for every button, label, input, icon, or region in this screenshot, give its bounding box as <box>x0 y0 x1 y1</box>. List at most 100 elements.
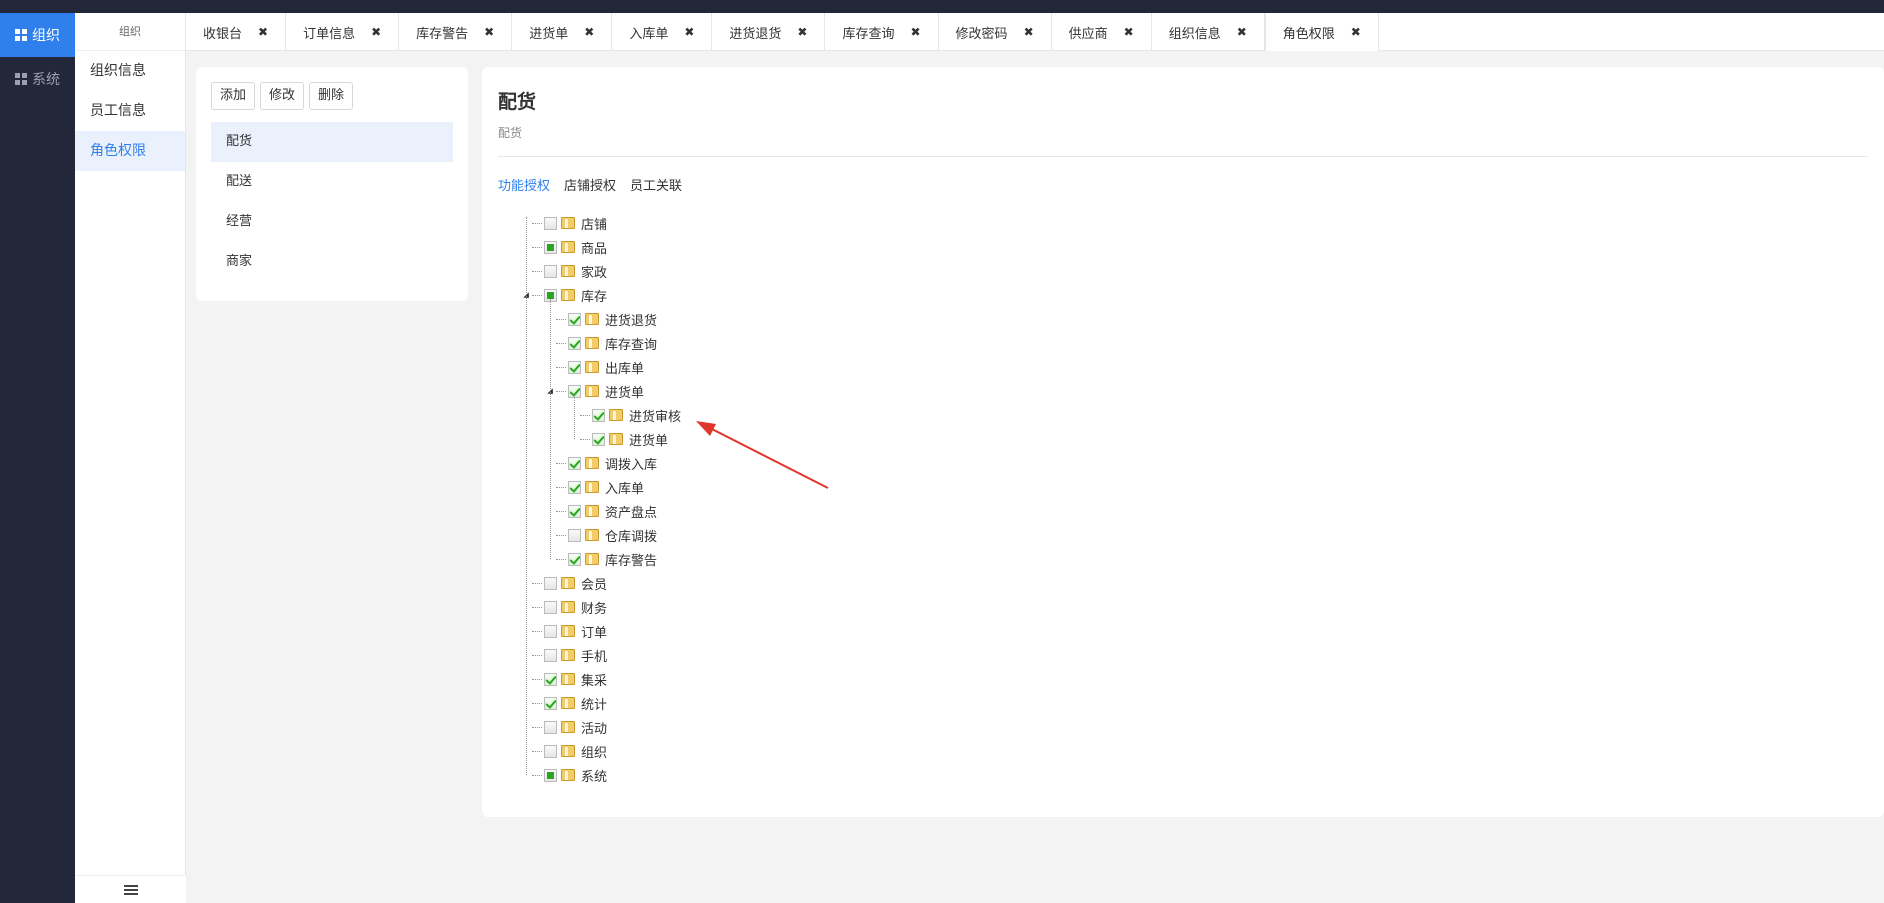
close-icon[interactable]: ✖ <box>797 25 807 39</box>
tab-5[interactable]: 进货退货 ✖ <box>712 13 826 51</box>
checkbox[interactable] <box>544 576 557 590</box>
close-icon[interactable]: ✖ <box>1024 25 1034 39</box>
close-icon[interactable]: ✖ <box>1124 25 1134 39</box>
tree-node-label[interactable]: 集采 <box>581 670 607 689</box>
tree-connector <box>546 357 556 377</box>
checkbox[interactable] <box>544 600 557 614</box>
checkbox[interactable] <box>544 672 557 686</box>
checkbox[interactable] <box>592 432 605 446</box>
checkbox[interactable] <box>544 648 557 662</box>
tree-node-label[interactable]: 活动 <box>581 718 607 737</box>
sub-nav-item-role-permission[interactable]: 角色权限 <box>75 131 185 171</box>
tab-label: 库存查询 <box>842 26 895 42</box>
tree-node-label[interactable]: 进货审核 <box>629 406 681 425</box>
tree-connector <box>532 630 542 632</box>
checkbox[interactable] <box>544 744 557 758</box>
checkbox[interactable] <box>568 456 581 470</box>
tree-connector <box>556 558 566 560</box>
tree-node-label[interactable]: 调拨入库 <box>605 454 657 473</box>
checkbox[interactable] <box>568 360 581 374</box>
role-item[interactable]: 商家 <box>211 242 453 282</box>
checkbox[interactable] <box>592 408 605 422</box>
tree-node-label[interactable]: 进货单 <box>605 382 644 401</box>
tree-node: 商品 <box>522 237 607 257</box>
checkbox[interactable] <box>568 504 581 518</box>
tree-node-label[interactable]: 商品 <box>581 238 607 257</box>
sub-nav-item-org-info[interactable]: 组织信息 <box>75 51 185 91</box>
checkbox[interactable] <box>544 768 557 782</box>
tab-7[interactable]: 修改密码 ✖ <box>939 13 1052 51</box>
delete-role-button[interactable]: 删除 <box>309 82 354 110</box>
tree-node-label[interactable]: 仓库调拨 <box>605 526 657 545</box>
add-role-button[interactable]: 添加 <box>211 82 256 110</box>
tree-node-label[interactable]: 财务 <box>581 598 607 617</box>
tree-node-label[interactable]: 会员 <box>581 574 607 593</box>
tree-connector <box>532 678 542 680</box>
tree-node-label[interactable]: 进货单 <box>629 430 668 449</box>
checkbox[interactable] <box>544 216 557 230</box>
tree-node-label[interactable]: 入库单 <box>605 478 644 497</box>
expanded-arrow-icon[interactable] <box>522 285 532 305</box>
tree-node-label[interactable]: 订单 <box>581 622 607 641</box>
close-icon[interactable]: ✖ <box>584 25 594 39</box>
tree-node-label[interactable]: 家政 <box>581 262 607 281</box>
tab-store-authorization[interactable]: 店铺授权 <box>564 175 616 194</box>
tree-node-label[interactable]: 库存 <box>581 286 607 305</box>
tree-node-label[interactable]: 手机 <box>581 646 607 665</box>
checkbox[interactable] <box>568 552 581 566</box>
tree-node-label[interactable]: 库存查询 <box>605 334 657 353</box>
tab-9[interactable]: 组织信息 ✖ <box>1152 13 1265 51</box>
tree-node-label[interactable]: 进货退货 <box>605 310 657 329</box>
close-icon[interactable]: ✖ <box>371 25 381 39</box>
tree-node-label[interactable]: 库存警告 <box>605 550 657 569</box>
nav-item-system[interactable]: 系统 <box>0 57 75 101</box>
tree-node-label[interactable]: 组织 <box>581 742 607 761</box>
role-item[interactable]: 经营 <box>211 202 453 242</box>
tree-node-label[interactable]: 系统 <box>581 766 607 785</box>
tree-connector <box>522 237 532 257</box>
checkbox[interactable] <box>544 696 557 710</box>
tab-2[interactable]: 库存警告 ✖ <box>399 13 513 51</box>
tab-function-authorization[interactable]: 功能授权 <box>498 175 550 194</box>
expanded-arrow-icon[interactable] <box>546 381 556 401</box>
close-icon[interactable]: ✖ <box>684 25 694 39</box>
nav-item-organization[interactable]: 组织 <box>0 13 75 57</box>
tab-4[interactable]: 入库单 ✖ <box>612 13 713 51</box>
tree-node: 调拨入库 <box>546 453 657 473</box>
close-icon[interactable]: ✖ <box>484 25 494 39</box>
checkbox[interactable] <box>568 528 581 542</box>
close-icon[interactable]: ✖ <box>1351 25 1361 39</box>
tree-node-label[interactable]: 资产盘点 <box>605 502 657 521</box>
sub-nav-item-staff-info[interactable]: 员工信息 <box>75 91 185 131</box>
checkbox[interactable] <box>568 312 581 326</box>
checkbox[interactable] <box>568 480 581 494</box>
role-toolbar: 添加 修改 删除 <box>211 82 453 110</box>
tab-1[interactable]: 订单信息 ✖ <box>286 13 400 51</box>
tab-10[interactable]: 角色权限 ✖ <box>1264 13 1379 51</box>
collapse-sidebar-button[interactable] <box>75 875 186 903</box>
tab-6[interactable]: 库存查询 ✖ <box>825 13 939 51</box>
tree-node: 仓库调拨 <box>546 525 657 545</box>
close-icon[interactable]: ✖ <box>1237 25 1247 39</box>
tab-3[interactable]: 进货单 ✖ <box>512 13 613 51</box>
tree-node-label[interactable]: 店铺 <box>581 214 607 233</box>
tree-node: 组织 <box>522 741 607 761</box>
tab-0[interactable]: 收银台 ✖ <box>186 13 287 51</box>
checkbox[interactable] <box>544 240 557 254</box>
folder-icon <box>561 769 575 781</box>
checkbox[interactable] <box>544 720 557 734</box>
tree-node-label[interactable]: 出库单 <box>605 358 644 377</box>
close-icon[interactable]: ✖ <box>258 25 268 39</box>
folder-icon <box>585 529 599 541</box>
role-item[interactable]: 配货 <box>211 122 453 162</box>
edit-role-button[interactable]: 修改 <box>260 82 305 110</box>
checkbox[interactable] <box>568 336 581 350</box>
tab-staff-association[interactable]: 员工关联 <box>630 175 682 194</box>
close-icon[interactable]: ✖ <box>910 25 920 39</box>
role-item[interactable]: 配送 <box>211 162 453 202</box>
grid-icon <box>15 73 27 85</box>
tree-node-label[interactable]: 统计 <box>581 694 607 713</box>
checkbox[interactable] <box>544 264 557 278</box>
tab-8[interactable]: 供应商 ✖ <box>1052 13 1152 51</box>
checkbox[interactable] <box>544 624 557 638</box>
